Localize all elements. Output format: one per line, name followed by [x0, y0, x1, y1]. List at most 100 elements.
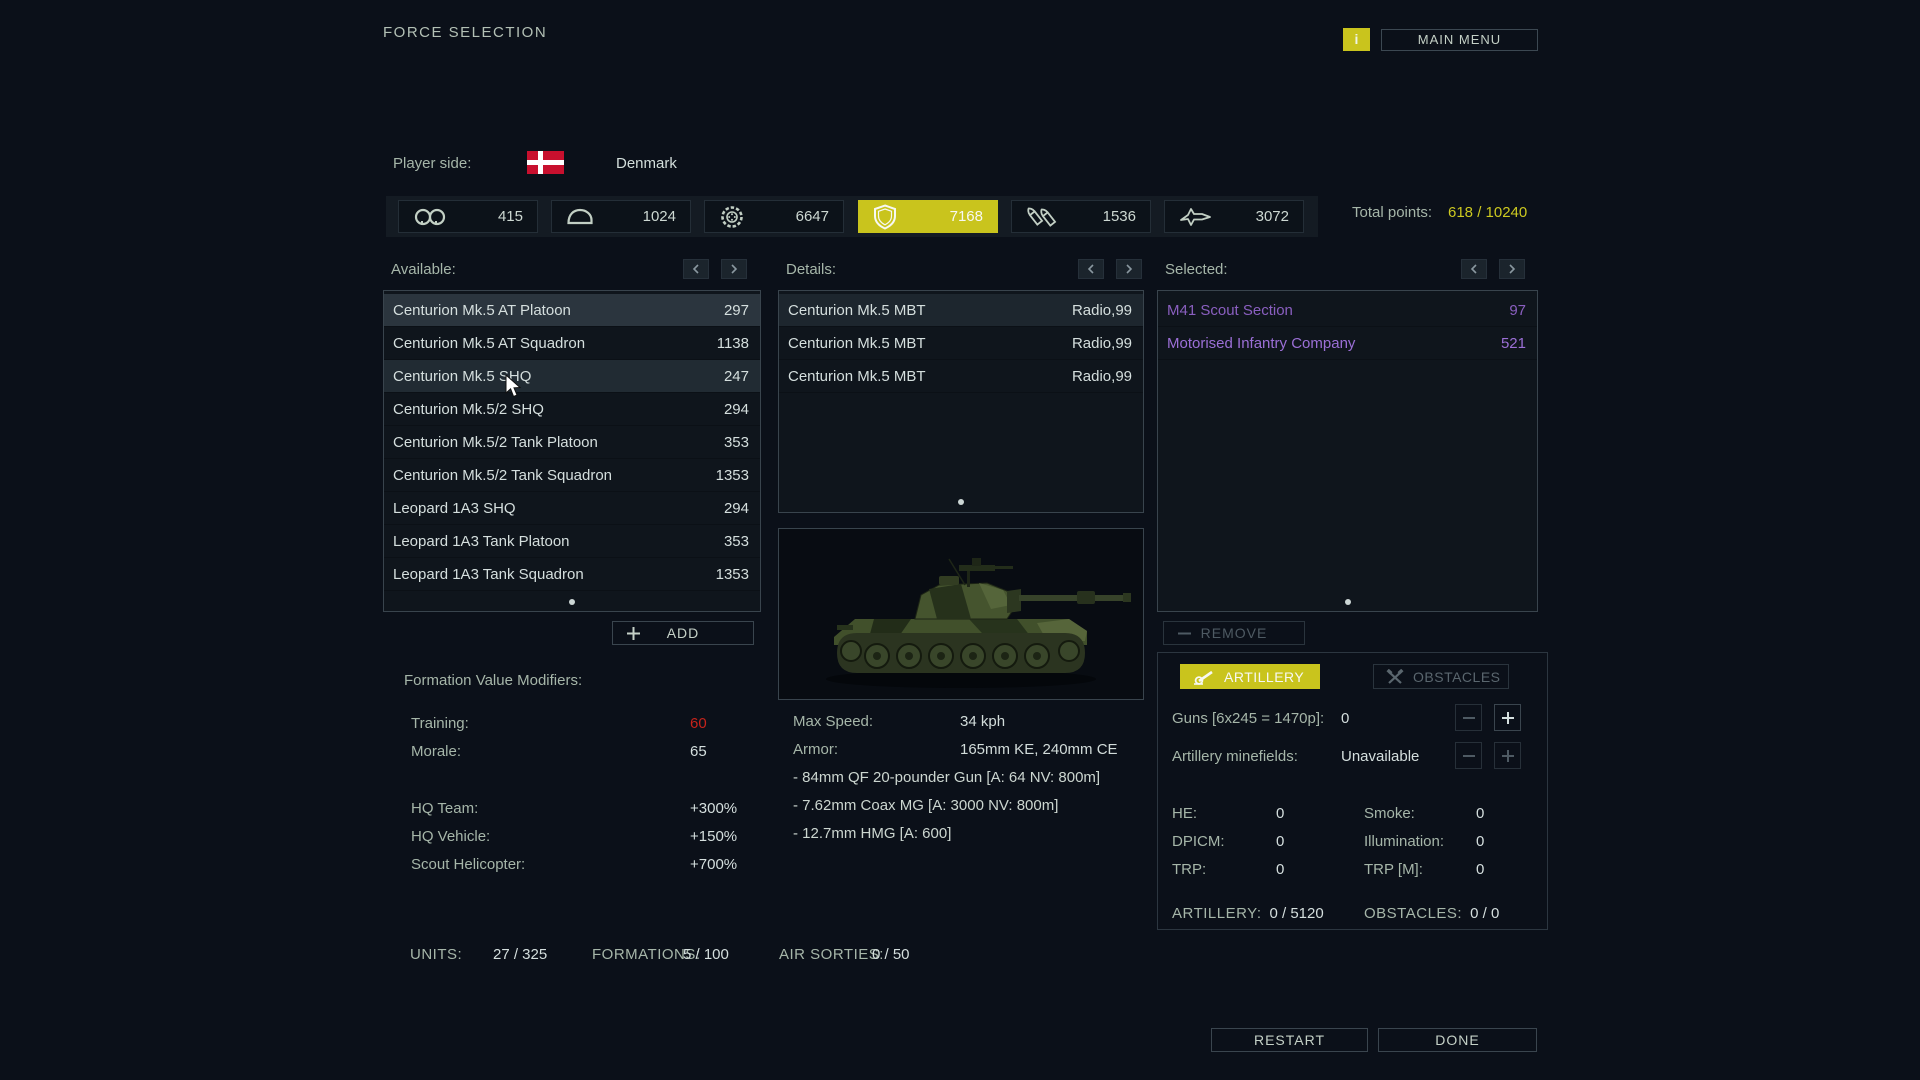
support-panel: ARTILLERY OBSTACLES Guns [6x245 = 1470p]…	[1157, 652, 1548, 930]
list-item[interactable]: Motorised Infantry Company521	[1158, 327, 1537, 360]
armor-label: Armor:	[793, 741, 838, 758]
remove-button[interactable]: REMOVE	[1163, 621, 1305, 645]
selected-next-button[interactable]	[1499, 259, 1525, 279]
list-item[interactable]: M41 Scout Section97	[1158, 294, 1537, 327]
guns-value: 0	[1341, 710, 1349, 727]
guns-increment-button[interactable]	[1494, 704, 1521, 731]
minefields-label: Artillery minefields:	[1172, 748, 1298, 765]
details-next-button[interactable]	[1116, 259, 1142, 279]
selected-page-dot	[1345, 599, 1351, 605]
illumination-label: Illumination:	[1364, 833, 1444, 850]
formation-modifiers: Formation Value Modifiers: Training:60 M…	[404, 672, 734, 689]
air-sorties-label: AIR SORTIES:	[779, 946, 884, 963]
shield-icon	[873, 204, 897, 230]
scout-helicopter-label: Scout Helicopter:	[411, 856, 525, 873]
category-points: 6647	[796, 208, 829, 225]
modifiers-title: Formation Value Modifiers:	[404, 672, 734, 689]
category-air-button[interactable]: 3072	[1164, 200, 1304, 233]
info-button[interactable]: i	[1343, 28, 1370, 51]
list-item[interactable]: Leopard 1A3 SHQ294	[384, 492, 760, 525]
max-speed-label: Max Speed:	[793, 713, 873, 730]
available-next-button[interactable]	[721, 259, 747, 279]
player-side-label: Player side:	[393, 155, 471, 172]
he-value: 0	[1276, 805, 1284, 822]
weapon-line: - 7.62mm Coax MG [A: 3000 NV: 800m]	[793, 792, 1153, 820]
guns-decrement-button[interactable]	[1455, 704, 1482, 731]
morale-value: 65	[690, 743, 707, 760]
restart-button[interactable]: RESTART	[1211, 1028, 1368, 1052]
binoculars-icon	[413, 207, 447, 227]
list-item[interactable]: Centurion Mk.5 SHQ247	[384, 360, 760, 393]
available-page-dot	[569, 599, 575, 605]
category-points: 1536	[1103, 208, 1136, 225]
category-points: 3072	[1256, 208, 1289, 225]
max-speed-value: 34 kph	[960, 708, 1005, 736]
category-recon-button[interactable]: 415	[398, 200, 538, 233]
weapon-line: - 12.7mm HMG [A: 600]	[793, 820, 1153, 848]
minus-icon	[1463, 750, 1475, 762]
air-sorties-value: 0 / 50	[872, 946, 910, 963]
available-list: Centurion Mk.5 AT Platoon297 Centurion M…	[383, 290, 761, 612]
plus-icon	[1502, 712, 1514, 724]
category-armor-button[interactable]: 7168	[858, 200, 998, 233]
unit-specs: Max Speed:34 kph Armor:165mm KE, 240mm C…	[793, 708, 1153, 848]
minefields-increment-button[interactable]	[1494, 742, 1521, 769]
smoke-label: Smoke:	[1364, 805, 1415, 822]
list-item[interactable]: Leopard 1A3 Tank Squadron1353	[384, 558, 760, 591]
unit-image	[778, 528, 1144, 700]
he-label: HE:	[1172, 805, 1197, 822]
scout-helicopter-value: +700%	[690, 856, 737, 873]
category-support-button[interactable]: 1536	[1011, 200, 1151, 233]
chevron-left-icon	[692, 264, 700, 274]
dpicm-label: DPICM:	[1172, 833, 1225, 850]
chevron-right-icon	[1125, 264, 1133, 274]
list-item[interactable]: Centurion Mk.5 AT Squadron1138	[384, 327, 760, 360]
trp-m-label: TRP [M]:	[1364, 861, 1423, 878]
training-label: Training:	[411, 715, 469, 732]
selected-header: Selected:	[1165, 261, 1228, 278]
details-prev-button[interactable]	[1078, 259, 1104, 279]
list-item[interactable]: Leopard 1A3 Tank Platoon353	[384, 525, 760, 558]
list-item[interactable]: Centurion Mk.5/2 Tank Squadron1353	[384, 459, 760, 492]
minefields-value: Unavailable	[1341, 748, 1419, 765]
list-item[interactable]: Centurion Mk.5 MBTRadio,99	[779, 327, 1143, 360]
chevron-right-icon	[1508, 264, 1516, 274]
list-item[interactable]: Centurion Mk.5/2 SHQ294	[384, 393, 760, 426]
category-points: 415	[498, 208, 523, 225]
add-button[interactable]: ADD	[612, 621, 754, 645]
artillery-gun-icon	[1193, 669, 1215, 685]
dpicm-value: 0	[1276, 833, 1284, 850]
hq-vehicle-label: HQ Vehicle:	[411, 828, 490, 845]
artillery-total: ARTILLERY:0 / 5120	[1172, 905, 1324, 922]
hq-vehicle-value: +150%	[690, 828, 737, 845]
category-vehicles-button[interactable]: 6647	[704, 200, 844, 233]
category-points: 7168	[950, 208, 983, 225]
minus-icon	[1463, 712, 1475, 724]
list-item[interactable]: Centurion Mk.5 MBTRadio,99	[779, 360, 1143, 393]
units-value: 27 / 325	[493, 946, 547, 963]
details-page-dot	[958, 499, 964, 505]
tank-illustration	[779, 529, 1143, 699]
main-menu-button[interactable]: MAIN MENU	[1381, 29, 1538, 51]
page-title: FORCE SELECTION	[383, 24, 547, 41]
morale-label: Morale:	[411, 743, 461, 760]
category-infantry-button[interactable]: 1024	[551, 200, 691, 233]
units-label: UNITS:	[410, 946, 462, 963]
trp-value: 0	[1276, 861, 1284, 878]
tab-obstacles[interactable]: OBSTACLES	[1373, 664, 1509, 689]
tab-artillery[interactable]: ARTILLERY	[1180, 664, 1320, 689]
list-item[interactable]: Centurion Mk.5/2 Tank Platoon353	[384, 426, 760, 459]
wheel-icon	[719, 204, 745, 230]
done-button[interactable]: DONE	[1378, 1028, 1537, 1052]
list-item[interactable]: Centurion Mk.5 AT Platoon297	[384, 294, 760, 327]
available-prev-button[interactable]	[683, 259, 709, 279]
selected-prev-button[interactable]	[1461, 259, 1487, 279]
total-points-label: Total points:	[1352, 204, 1432, 221]
plus-icon	[1502, 750, 1514, 762]
player-country: Denmark	[616, 155, 677, 172]
formations-value: 5 / 100	[683, 946, 729, 963]
shells-icon	[1026, 204, 1058, 230]
details-header: Details:	[786, 261, 836, 278]
minefields-decrement-button[interactable]	[1455, 742, 1482, 769]
list-item[interactable]: Centurion Mk.5 MBTRadio,99	[779, 294, 1143, 327]
